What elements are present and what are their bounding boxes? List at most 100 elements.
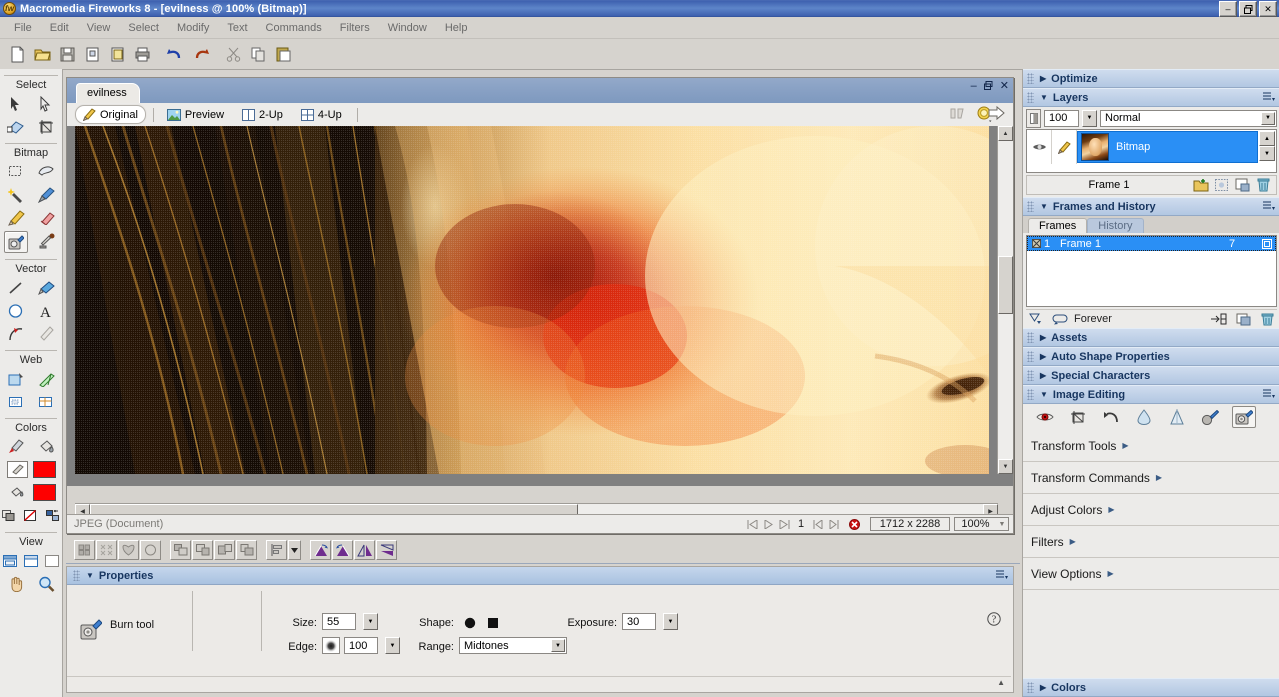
menu-help[interactable]: Help: [436, 20, 477, 36]
tab-original[interactable]: Original: [75, 105, 146, 124]
menu-commands[interactable]: Commands: [257, 20, 331, 36]
stop-icon[interactable]: [846, 517, 862, 531]
align-dropdown-icon[interactable]: [288, 540, 301, 560]
range-select[interactable]: Midtones ▼: [459, 637, 567, 654]
rubber-stamp-tool-icon[interactable]: [36, 231, 58, 251]
stroke-pen-icon[interactable]: [6, 461, 28, 478]
panel-grip[interactable]: [73, 570, 80, 581]
scroll-up-button[interactable]: ▲: [998, 126, 1013, 141]
edge-input[interactable]: 100: [344, 637, 378, 654]
import-icon[interactable]: [80, 42, 104, 66]
crop-tool-icon[interactable]: [35, 117, 57, 137]
layers-list[interactable]: Bitmap ▲ ▼: [1026, 129, 1277, 173]
menu-text[interactable]: Text: [218, 20, 256, 36]
pencil-tool-icon[interactable]: [5, 208, 27, 228]
help-icon[interactable]: ?: [987, 612, 1001, 629]
panel-assets-header[interactable]: ▶ Assets: [1023, 328, 1279, 347]
dodge-tool-icon[interactable]: [1199, 407, 1221, 427]
subselection-tool-icon[interactable]: [35, 94, 57, 114]
properties-collapse-arrow[interactable]: ▲: [997, 678, 1005, 687]
restore-button[interactable]: [1239, 1, 1257, 17]
menu-edit[interactable]: Edit: [41, 20, 78, 36]
minimize-button[interactable]: –: [1219, 1, 1237, 17]
layer-scroll-down-button[interactable]: ▼: [1259, 146, 1275, 161]
scale-tool-icon[interactable]: [5, 117, 27, 137]
chevron-down-icon[interactable]: ▼: [86, 571, 94, 580]
text-tool-icon[interactable]: A: [35, 301, 57, 321]
pen-tool-icon[interactable]: [5, 324, 27, 344]
hide-slices-icon[interactable]: [5, 392, 27, 412]
tab-2up[interactable]: 2-Up: [234, 106, 291, 124]
panel-image-editing-header[interactable]: ▼ Image Editing: [1023, 385, 1279, 404]
zoom-tool-icon[interactable]: [35, 574, 57, 594]
crop-tool-icon[interactable]: [1067, 407, 1089, 427]
eraser-tool-icon[interactable]: [35, 208, 57, 228]
layer-opacity-dropdown[interactable]: ▼: [1082, 109, 1097, 127]
blur-tool-icon[interactable]: [1133, 407, 1155, 427]
vector-path-tool-icon[interactable]: [35, 278, 57, 298]
close-button[interactable]: ✕: [1259, 1, 1277, 17]
last-frame-icon[interactable]: [776, 517, 792, 531]
range-dropdown-arrow[interactable]: ▼: [551, 639, 565, 652]
delete-layer-icon[interactable]: [1254, 177, 1273, 193]
menu-row-adjust-colors[interactable]: Adjust Colors ▶: [1023, 494, 1279, 526]
properties-panel-header[interactable]: ▼ Properties: [67, 567, 1013, 585]
menu-row-transform-commands[interactable]: Transform Commands ▶: [1023, 462, 1279, 494]
magic-wand-tool-icon[interactable]: [5, 185, 27, 205]
delete-frame-icon[interactable]: [1257, 313, 1277, 326]
layer-visibility-toggle[interactable]: [1027, 130, 1052, 164]
fill-bucket-icon[interactable]: [6, 482, 28, 502]
layer-opacity-input[interactable]: 100: [1044, 109, 1079, 127]
export-icon[interactable]: [105, 42, 129, 66]
chevron-down-icon[interactable]: ▼: [1040, 390, 1048, 399]
blend-mask-icon[interactable]: [1026, 108, 1041, 128]
freeform-tool-icon[interactable]: [35, 324, 57, 344]
chevron-right-icon[interactable]: ▶: [1040, 371, 1046, 380]
match-height-icon[interactable]: [236, 540, 257, 560]
panel-optimize-header[interactable]: ▶ Optimize: [1023, 69, 1279, 88]
circle-shape-icon[interactable]: [459, 613, 480, 632]
stroke-color-swatch[interactable]: [32, 461, 56, 478]
panel-grip[interactable]: [1027, 73, 1034, 84]
tab-frames[interactable]: Frames: [1028, 218, 1088, 233]
menu-file[interactable]: File: [5, 20, 41, 36]
frames-options-menu-icon[interactable]: [1263, 201, 1275, 214]
blend-mode-dropdown-arrow[interactable]: ▼: [1261, 111, 1275, 125]
frame-export-checkbox[interactable]: [1028, 239, 1044, 248]
new-document-icon[interactable]: [5, 42, 29, 66]
chevron-down-icon[interactable]: ▼: [1040, 93, 1048, 102]
line-tool-icon[interactable]: [5, 278, 27, 298]
document-restore-button[interactable]: [983, 81, 993, 93]
chevron-right-icon[interactable]: ▶: [1040, 352, 1046, 361]
zoom-level[interactable]: 100%: [954, 517, 996, 531]
layer-scroll-up-button[interactable]: ▲: [1259, 131, 1275, 146]
chevron-down-icon[interactable]: ▼: [1040, 202, 1048, 211]
panel-grip[interactable]: [1027, 370, 1034, 381]
document-minimize-button[interactable]: –: [971, 81, 977, 93]
copy-icon[interactable]: [246, 42, 270, 66]
tab-4up[interactable]: 4-Up: [293, 106, 350, 124]
next-frame-icon[interactable]: [826, 517, 842, 531]
chevron-right-icon[interactable]: ▶: [1040, 683, 1046, 692]
panel-special-characters-header[interactable]: ▶ Special Characters: [1023, 366, 1279, 385]
exposure-dropdown-button[interactable]: ▼: [663, 613, 678, 630]
align-left-icon[interactable]: [74, 540, 95, 560]
loop-label[interactable]: Forever: [1074, 313, 1112, 325]
tab-history[interactable]: History: [1087, 218, 1144, 233]
first-frame-icon[interactable]: [744, 517, 760, 531]
document-close-button[interactable]: ✕: [1000, 81, 1009, 93]
cut-icon[interactable]: [221, 42, 245, 66]
frame-name[interactable]: Frame 1: [1060, 238, 1229, 250]
marquee-tool-icon[interactable]: [5, 162, 27, 182]
hand-tool-icon[interactable]: [5, 574, 27, 594]
align-panel-icon[interactable]: [266, 540, 287, 560]
layer-row-bitmap[interactable]: Bitmap ▲ ▼: [1027, 130, 1276, 164]
distribute-to-frames-icon[interactable]: [1209, 313, 1229, 325]
full-screen-icon[interactable]: [44, 551, 61, 571]
align-middle-icon[interactable]: [140, 540, 161, 560]
onion-skin-icon[interactable]: [1026, 313, 1046, 325]
align-top-icon[interactable]: [118, 540, 139, 560]
pointer-tool-icon[interactable]: [5, 94, 27, 114]
canvas-vertical-scrollbar[interactable]: ▲ ▼: [997, 126, 1013, 474]
rotate-90-ccw-icon[interactable]: [332, 540, 353, 560]
